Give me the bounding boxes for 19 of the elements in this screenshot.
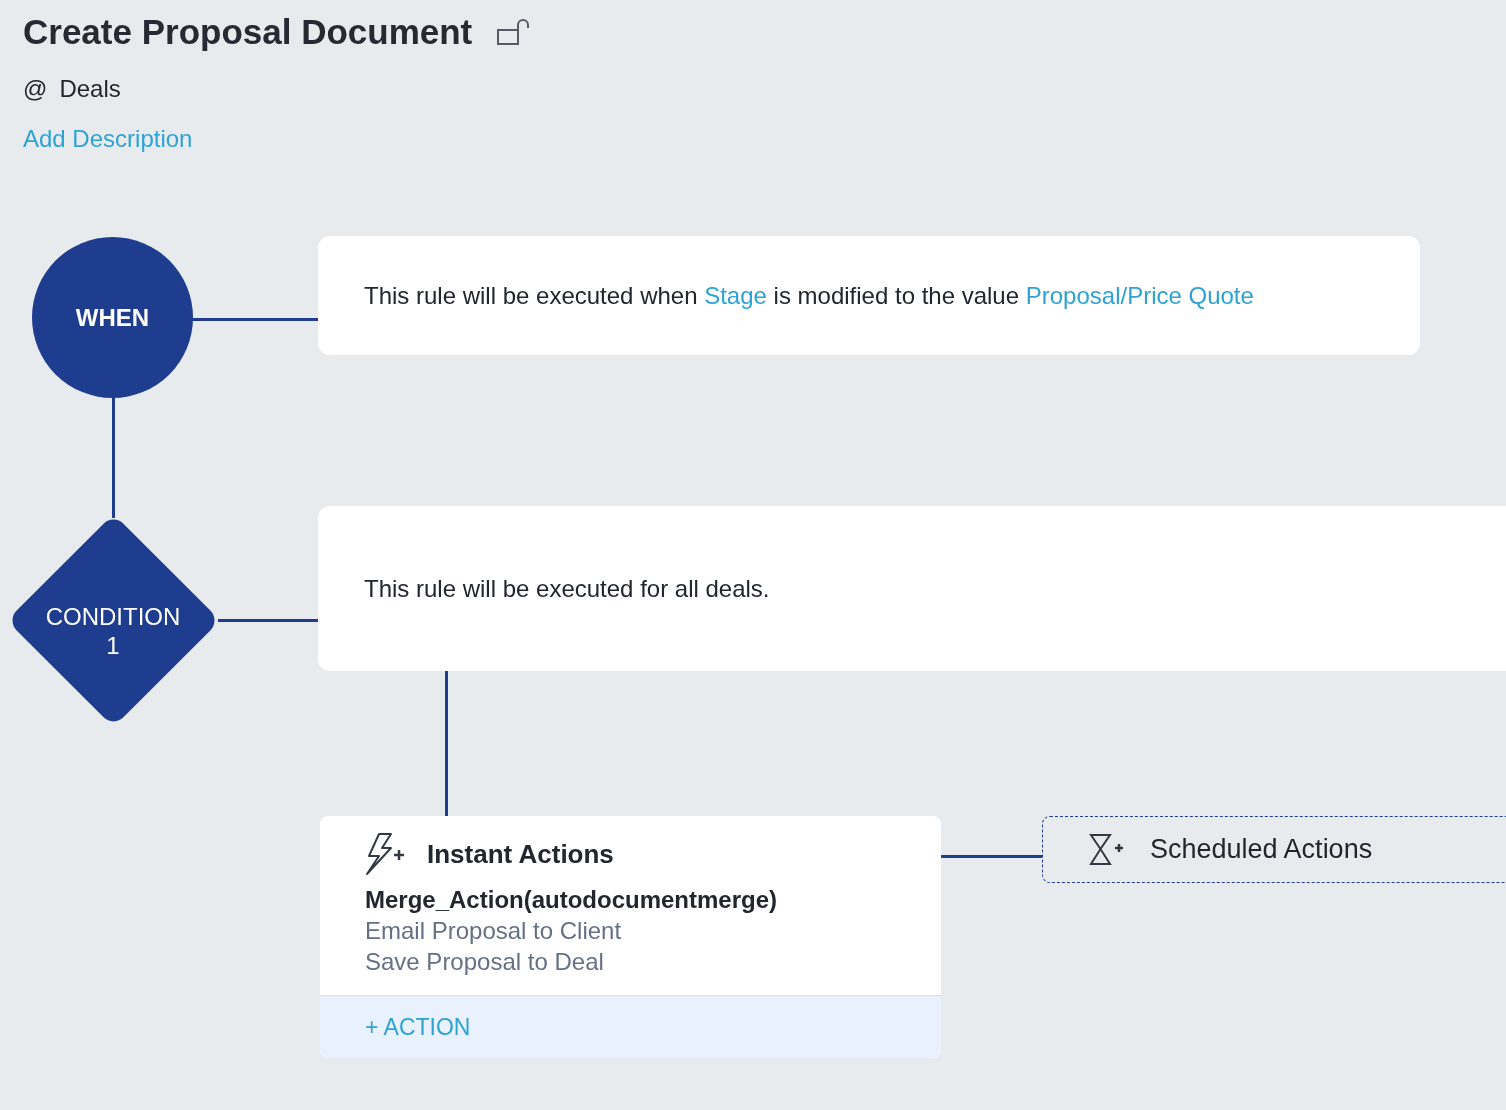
- action-name[interactable]: Save Proposal to Deal: [365, 946, 941, 977]
- lightning-plus-icon: [365, 832, 405, 876]
- scheduled-actions-title: Scheduled Actions: [1150, 833, 1373, 867]
- hourglass-plus-icon: [1088, 831, 1124, 868]
- rule-title: Create Proposal Document: [23, 11, 473, 53]
- action-name[interactable]: Merge_Action(autodocumentmerge): [365, 884, 941, 915]
- condition-sentence: This rule will be executed for all deals.: [364, 573, 770, 604]
- unlocked-padlock-icon[interactable]: [496, 18, 531, 47]
- when-node[interactable]: WHEN: [32, 237, 193, 398]
- instant-actions-title: Instant Actions: [427, 837, 614, 871]
- field-link[interactable]: Stage: [704, 281, 767, 309]
- trigger-sentence: This rule will be executed when Stage is modified to the value Proposal/Price Quote: [364, 280, 1254, 311]
- add-action-button[interactable]: + ACTION: [320, 995, 941, 1058]
- field-link[interactable]: Proposal/Price Quote: [1025, 281, 1254, 309]
- action-name[interactable]: Email Proposal to Client: [365, 915, 941, 946]
- module-name: Deals: [59, 73, 121, 104]
- scheduled-actions-box[interactable]: Scheduled Actions: [1042, 816, 1506, 883]
- condition-label: CONDITION 1: [44, 602, 182, 660]
- at-symbol: @: [23, 73, 48, 104]
